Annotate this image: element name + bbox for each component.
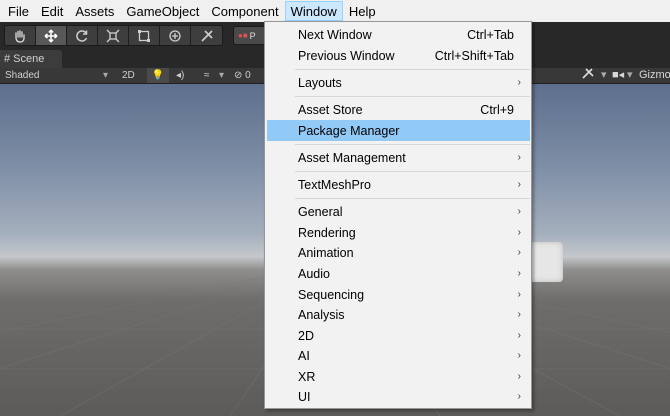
submenu-arrow-icon: ›	[517, 350, 521, 361]
menu-item-2d[interactable]: 2D ›	[267, 325, 530, 346]
move-tool-icon[interactable]	[36, 26, 67, 45]
menu-item-ai[interactable]: AI ›	[267, 345, 530, 366]
menu-separator	[295, 69, 530, 70]
menu-item-label: General	[298, 204, 343, 219]
menu-separator	[295, 171, 530, 172]
menu-item-general[interactable]: General ›	[267, 201, 530, 222]
hidden-objects-toggle[interactable]: ⊘ 0	[234, 68, 251, 83]
menu-item-label: Layouts	[298, 75, 342, 90]
menu-item-label: 2D	[298, 328, 314, 343]
tools-icon[interactable]	[582, 68, 595, 83]
menu-item-audio[interactable]: Audio ›	[267, 263, 530, 284]
menu-item-label: XR	[298, 369, 316, 384]
gizmos-dropdown[interactable]: Gizmo	[639, 68, 670, 83]
menu-item-rendering[interactable]: Rendering ›	[267, 222, 530, 243]
menu-assets[interactable]: Assets	[69, 1, 120, 21]
shading-chevron-icon: ▾	[103, 70, 109, 81]
menu-item-label: Previous Window	[298, 48, 395, 63]
audio-toggle-icon[interactable]: ◂)	[176, 68, 184, 83]
menu-item-label: Next Window	[298, 27, 372, 42]
menu-separator	[295, 198, 530, 199]
menu-item-textmeshpro[interactable]: TextMeshPro ›	[267, 174, 530, 195]
camera-chevron-icon: ▾	[627, 69, 633, 81]
transform-tools	[4, 25, 223, 46]
hand-tool-icon[interactable]	[5, 26, 36, 45]
menu-item-layouts[interactable]: Layouts ›	[267, 72, 530, 93]
tab-scene-label: Scene	[13, 53, 45, 65]
menu-bar: File Edit Assets GameObject Component Wi…	[0, 0, 670, 22]
menu-file[interactable]: File	[2, 1, 35, 21]
custom-tool-icon[interactable]	[191, 26, 222, 45]
submenu-arrow-icon: ›	[517, 391, 521, 402]
window-menu-dropdown: Next Window Ctrl+Tab Previous Window Ctr…	[264, 21, 532, 409]
menu-item-sequencing[interactable]: Sequencing ›	[267, 284, 530, 305]
mode-2d-toggle[interactable]: 2D	[122, 68, 135, 83]
submenu-arrow-icon: ›	[517, 152, 521, 163]
menu-item-asset-management[interactable]: Asset Management ›	[267, 147, 530, 168]
hidden-count: 0	[245, 70, 251, 81]
submenu-arrow-icon: ›	[517, 309, 521, 320]
menu-item-label: TextMeshPro	[298, 177, 371, 192]
submenu-arrow-icon: ›	[517, 179, 521, 190]
menu-item-xr[interactable]: XR ›	[267, 366, 530, 387]
rotate-tool-icon[interactable]	[67, 26, 98, 45]
submenu-arrow-icon: ›	[517, 227, 521, 238]
menu-item-shortcut: Ctrl+9	[480, 102, 514, 117]
menu-item-label: UI	[298, 389, 311, 404]
menu-component[interactable]: Component	[205, 1, 284, 21]
pivot-toggle-button[interactable]: ●■ P	[233, 26, 267, 45]
effects-chevron-icon: ▾	[219, 70, 225, 81]
submenu-arrow-icon: ›	[517, 77, 521, 88]
scale-tool-icon[interactable]	[98, 26, 129, 45]
menu-item-next-window[interactable]: Next Window Ctrl+Tab	[267, 24, 530, 45]
transform-tool-icon[interactable]	[160, 26, 191, 45]
shading-mode-dropdown[interactable]: Shaded	[5, 68, 39, 83]
effects-toggle-icon[interactable]: ≈	[204, 68, 210, 83]
menu-item-analysis[interactable]: Analysis ›	[267, 304, 530, 325]
menu-item-animation[interactable]: Animation ›	[267, 242, 530, 263]
menu-item-label: Analysis	[298, 307, 345, 322]
menu-item-shortcut: Ctrl+Shift+Tab	[434, 48, 514, 63]
menu-item-label: Asset Management	[298, 150, 406, 165]
submenu-arrow-icon: ›	[517, 247, 521, 258]
menu-gameobject[interactable]: GameObject	[120, 1, 205, 21]
menu-item-label: Audio	[298, 266, 330, 281]
menu-item-asset-store[interactable]: Asset Store Ctrl+9	[267, 99, 530, 120]
menu-item-label: Animation	[298, 245, 354, 260]
pivot-icon: ●■	[238, 31, 248, 40]
menu-item-label: Sequencing	[298, 287, 365, 302]
lighting-toggle-icon[interactable]: 💡	[147, 68, 169, 83]
menu-item-label: Asset Store	[298, 102, 363, 117]
submenu-arrow-icon: ›	[517, 371, 521, 382]
tab-scene[interactable]: # Scene	[0, 50, 62, 68]
rect-tool-icon[interactable]	[129, 26, 160, 45]
tools-chevron-icon: ▾	[601, 69, 607, 81]
pivot-label: P	[249, 30, 256, 41]
camera-icon[interactable]: ■◂	[612, 68, 624, 83]
menu-item-previous-window[interactable]: Previous Window Ctrl+Shift+Tab	[267, 45, 530, 66]
submenu-arrow-icon: ›	[517, 289, 521, 300]
menu-separator	[295, 144, 530, 145]
menu-item-label: AI	[298, 348, 310, 363]
shading-mode-label: Shaded	[5, 70, 40, 81]
eye-slash-icon: ⊘	[234, 70, 243, 81]
menu-separator	[295, 96, 530, 97]
menu-help[interactable]: Help	[343, 1, 382, 21]
submenu-arrow-icon: ›	[517, 206, 521, 217]
menu-item-shortcut: Ctrl+Tab	[467, 27, 514, 42]
menu-item-label: Rendering	[298, 225, 356, 240]
menu-window[interactable]: Window	[284, 1, 343, 21]
menu-item-package-manager[interactable]: Package Manager	[267, 120, 530, 141]
menu-item-label: Package Manager	[298, 123, 400, 138]
menu-item-ui[interactable]: UI ›	[267, 386, 530, 407]
grid-icon: #	[4, 53, 11, 65]
submenu-arrow-icon: ›	[517, 330, 521, 341]
menu-edit[interactable]: Edit	[35, 1, 69, 21]
submenu-arrow-icon: ›	[517, 268, 521, 279]
